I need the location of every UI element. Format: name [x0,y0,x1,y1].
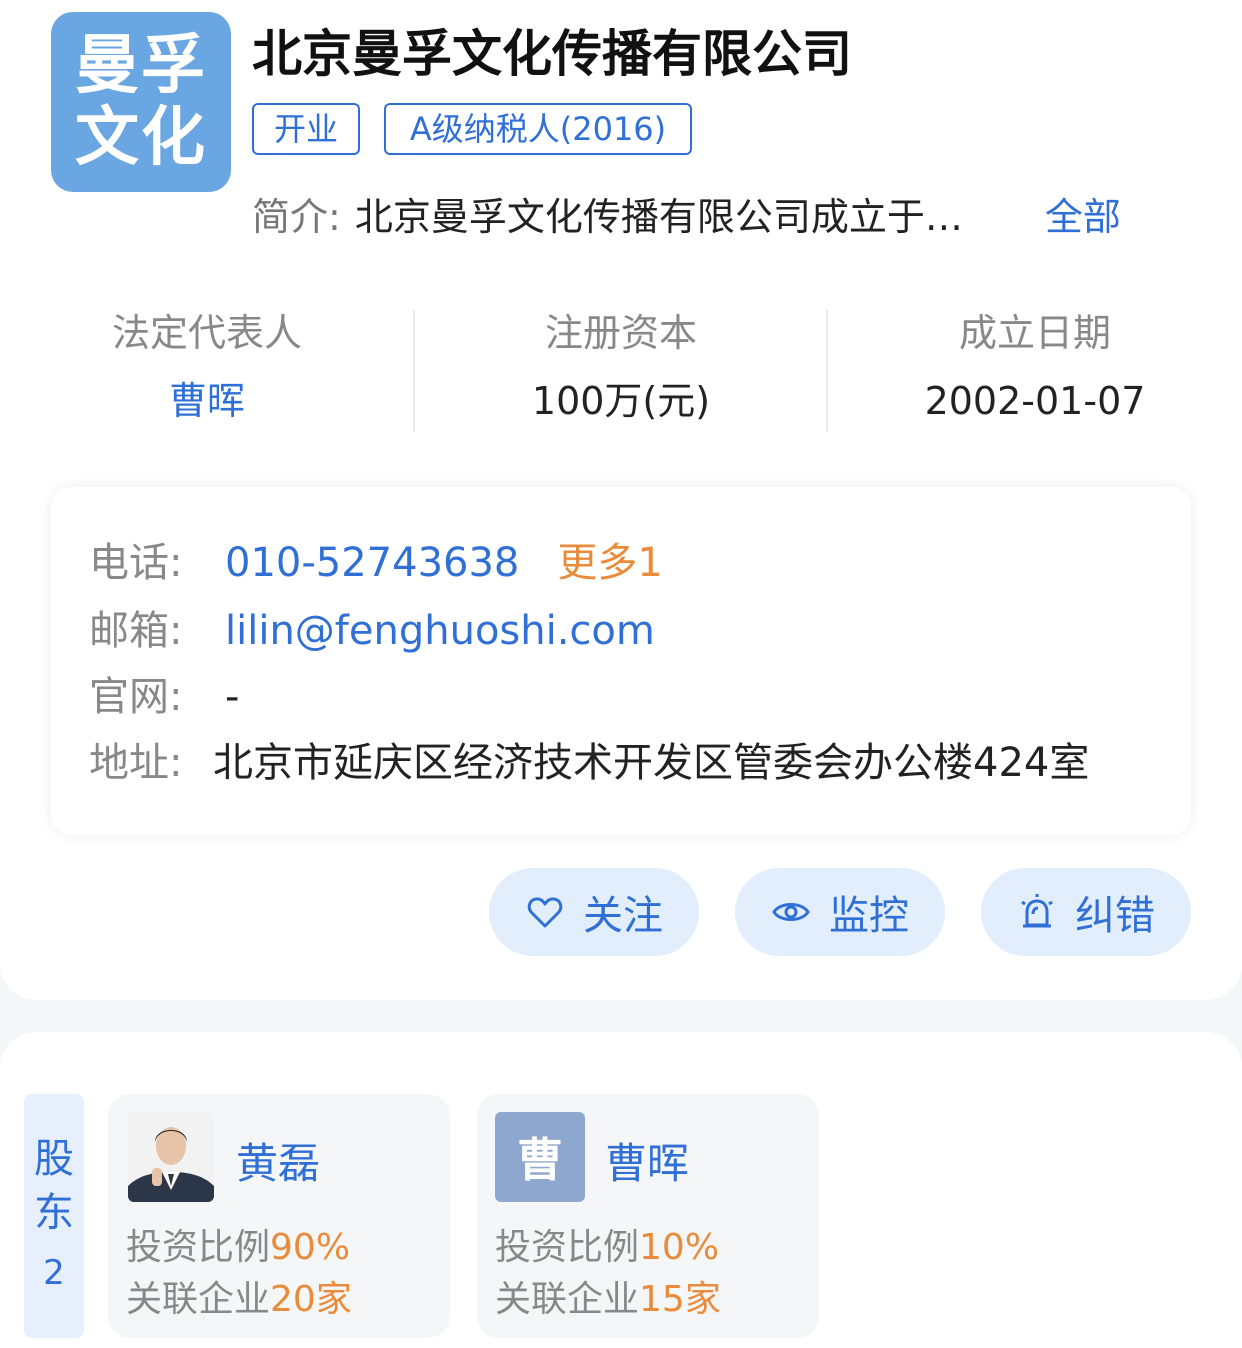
follow-label: 关注 [583,893,663,939]
company-name: 北京曼孚文化传播有限公司 [252,25,852,83]
company-header-card: 曼孚 文化 北京曼孚文化传播有限公司 开业 A级纳税人(2016) 简介: 北京… [0,0,1242,1000]
stat-value: 100万(元) [531,379,711,423]
stat-label: 成立日期 [958,311,1111,355]
shareholder-name-link[interactable]: 曹晖 [605,1130,689,1191]
assoc-value: 15家 [639,1279,721,1320]
phone-link[interactable]: 010-52743638 [225,533,519,593]
key-stats: 法定代表人 曹晖 注册资本 100万(元) 成立日期 2002-01-07 [0,300,1242,440]
investment-ratio: 投资比例90% [126,1218,350,1270]
contact-card: 电话: 010-52743638 更多1 邮箱: lilin@fenghuosh… [51,487,1191,835]
monitor-label: 监控 [829,893,909,939]
correct-button[interactable]: 纠错 [981,868,1191,956]
correct-label: 纠错 [1075,893,1155,939]
logo-line-1: 曼孚 [75,29,207,103]
stat-founded-date: 成立日期 2002-01-07 [828,300,1242,440]
email-label: 邮箱: [89,608,183,654]
address-label: 地址: [89,740,183,786]
ratio-value: 10% [639,1227,720,1268]
stat-value: 2002-01-07 [924,379,1146,423]
contact-phone-row: 电话: 010-52743638 更多1 [89,533,663,593]
shareholder-card[interactable]: 黄磊 投资比例90% 关联企业20家 [108,1094,450,1338]
stat-label: 法定代表人 [111,311,302,355]
intro-more-link[interactable]: 全部 [1045,192,1121,242]
alarm-icon [1021,894,1053,928]
email-link[interactable]: lilin@fenghuoshi.com [225,601,655,661]
associated-companies: 关联企业15家 [495,1270,721,1322]
assoc-value: 20家 [270,1279,352,1320]
shareholders-tab[interactable]: 股 东 2 [24,1094,84,1338]
status-badge: 开业 [252,103,360,155]
associated-companies: 关联企业20家 [126,1270,352,1322]
avatar: 曹 [495,1112,585,1202]
investment-ratio: 投资比例10% [495,1218,719,1270]
eye-icon [772,903,810,921]
shareholder-count: 2 [43,1253,65,1293]
tab-label-1: 股 [34,1136,74,1182]
person-photo-icon [128,1112,214,1202]
contact-email-row: 邮箱: lilin@fenghuoshi.com [89,601,655,661]
phone-more-link[interactable]: 更多1 [557,533,662,593]
shareholder-card[interactable]: 曹 曹晖 投资比例10% 关联企业15家 [477,1094,819,1338]
address-value: 北京市延庆区经济技术开发区管委会办公楼424室 [213,740,1090,786]
ratio-label: 投资比例 [495,1227,640,1268]
contact-website-row: 官网: - [89,667,239,727]
intro-text: 北京曼孚文化传播有限公司成立于… [354,195,963,239]
taxpayer-badge: A级纳税人(2016) [384,103,692,155]
avatar [128,1112,214,1202]
contact-address-row: 地址: 北京市延庆区经济技术开发区管委会办公楼424室 [89,733,1089,793]
monitor-button[interactable]: 监控 [735,868,945,956]
ratio-value: 90% [270,1227,351,1268]
logo-line-2: 文化 [75,101,207,175]
stat-label: 注册资本 [544,311,697,355]
website-value: - [225,674,240,720]
company-intro: 简介: 北京曼孚文化传播有限公司成立于… 全部 [252,192,1121,242]
stat-legal-rep: 法定代表人 曹晖 [0,300,414,440]
heart-icon [527,897,563,928]
assoc-label: 关联企业 [495,1279,640,1320]
phone-label: 电话: [89,540,183,586]
follow-button[interactable]: 关注 [489,868,699,956]
intro-label: 简介: [252,195,341,239]
legal-rep-link[interactable]: 曹晖 [0,366,414,436]
company-logo: 曼孚 文化 [51,12,231,192]
stat-registered-capital: 注册资本 100万(元) [414,300,828,440]
shareholder-name-link[interactable]: 黄磊 [236,1130,320,1191]
website-label: 官网: [89,674,183,720]
tab-label-2: 东 [34,1190,74,1236]
assoc-label: 关联企业 [126,1279,271,1320]
ratio-label: 投资比例 [126,1227,271,1268]
